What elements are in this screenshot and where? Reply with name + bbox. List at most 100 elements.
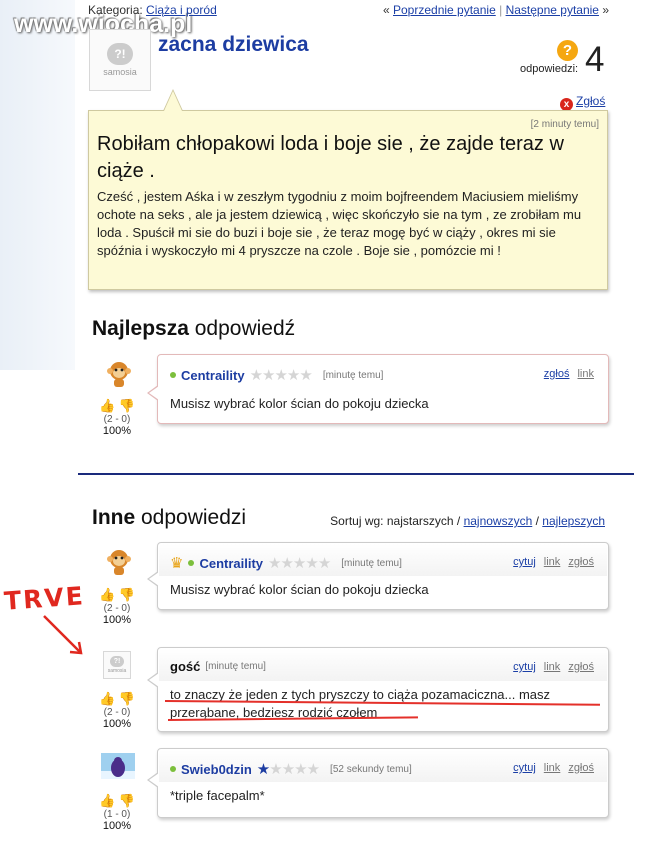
left-background-band — [0, 0, 75, 370]
online-status-icon — [188, 560, 195, 566]
samosia-logo-icon: ?! — [107, 43, 133, 65]
answer-actions: zgłoś link — [536, 368, 594, 380]
thumb-up-icon[interactable]: 👍 — [99, 398, 115, 414]
annotation-true-text: TRVE — [3, 581, 86, 616]
answer-box: Swieb0dzin ★★★★★ [52 sekundy temu] cytuj… — [157, 748, 609, 818]
question-title[interactable]: zacna dziewica — [158, 33, 309, 57]
answer-text: Musisz wybrać kolor ścian do pokoju dzie… — [170, 582, 429, 597]
answer-username[interactable]: Swieb0dzin — [181, 762, 252, 777]
report-answer-link[interactable]: zgłoś — [568, 556, 594, 568]
vote-percent: 100% — [102, 718, 132, 730]
best-answer-box: Centraility ★★★★★ [minutę temu] zgłoś lin… — [157, 354, 609, 424]
answer-username: gość — [170, 659, 201, 674]
monkey-avatar-icon[interactable] — [105, 548, 133, 576]
crown-icon: ♛ — [170, 555, 184, 572]
sort-label: Sortuj wg: najstarszych / — [330, 514, 461, 528]
answer-header: Swieb0dzin ★★★★★ [52 sekundy temu] — [170, 760, 412, 778]
sort-newest-link[interactable]: najnowszych — [464, 514, 533, 528]
answer-box: ♛ Centraility ★★★★★ [minutę temu] cytuj l… — [157, 542, 609, 610]
answer-tail-fill — [149, 773, 159, 787]
prev-arrow: « — [382, 3, 390, 17]
next-arrow: » — [602, 3, 609, 17]
answers-label: odpowiedzi: — [520, 63, 579, 75]
report-answer-link[interactable]: zgłoś — [544, 368, 570, 380]
answer-tail-fill — [149, 572, 159, 586]
answer-header: gość [minutę temu] — [170, 659, 266, 674]
answer-votes: 👍 👎 (2 - 0) 100% — [91, 691, 143, 730]
question-box: [2 minuty temu] Robiłam chłopakowi loda … — [88, 110, 608, 290]
answer-votes: 👍 👎 (2 - 0) 100% — [91, 587, 143, 626]
report-link[interactable]: Zgłoś — [576, 94, 605, 108]
report-answer-link[interactable]: zgłoś — [568, 762, 594, 774]
thumb-up-icon[interactable]: 👍 — [99, 793, 115, 809]
question-timestamp: [2 minuty temu] — [530, 119, 599, 130]
monkey-avatar-icon[interactable] — [105, 360, 133, 388]
other-answers-heading: Inne odpowiedzi — [92, 506, 246, 530]
answer-link[interactable]: link — [544, 556, 561, 568]
sort-options: Sortuj wg: najstarszych / najnowszych / … — [330, 514, 605, 528]
nav-separator: | — [499, 3, 503, 17]
vote-percent: 100% — [102, 614, 132, 626]
answer-time: [minutę temu] — [205, 661, 266, 672]
rating-stars: ★★★★★ — [268, 555, 331, 572]
answer-actions: cytuj link zgłoś — [505, 762, 594, 774]
sort-best-link[interactable]: najlepszych — [542, 514, 605, 528]
sort-separator: / — [535, 514, 539, 528]
thumb-up-icon[interactable]: 👍 — [99, 587, 115, 603]
rating-stars: ★★★★★ — [256, 760, 320, 778]
best-heading-rest: odpowiedź — [188, 317, 296, 340]
answer-header: ♛ Centraility ★★★★★ [minutę temu] — [170, 554, 402, 572]
quote-link[interactable]: cytuj — [513, 556, 536, 568]
answer-link[interactable]: link — [577, 368, 594, 380]
thumb-down-icon[interactable]: 👎 — [119, 398, 135, 414]
vote-count: (2 - 0) — [103, 707, 131, 718]
question-bubble-tail-fill — [164, 91, 182, 111]
report-question[interactable]: x Zgłoś — [560, 94, 605, 111]
samosia-logo-icon: ?! — [110, 656, 124, 667]
thumb-down-icon[interactable]: 👎 — [119, 793, 135, 809]
next-question-link[interactable]: Następne pytanie — [506, 3, 599, 17]
answer-time: [minutę temu] — [322, 369, 384, 381]
thumb-down-icon[interactable]: 👎 — [119, 691, 135, 707]
vote-percent: 100% — [102, 820, 132, 832]
answers-count: 4 — [585, 40, 605, 79]
thumb-up-icon[interactable]: 👍 — [99, 691, 115, 707]
answer-text: *triple facepalm* — [170, 788, 265, 803]
penguin-avatar-icon[interactable] — [101, 753, 135, 779]
answer-link[interactable]: link — [544, 661, 561, 673]
answer-time: [52 sekundy temu] — [330, 763, 412, 775]
category-line: Kategoria: Ciąża i poród — [88, 3, 217, 17]
category-label: Kategoria: — [88, 3, 143, 17]
vote-count: (1 - 0) — [103, 809, 131, 820]
thumb-down-icon[interactable]: 👎 — [119, 587, 135, 603]
answer-username[interactable]: Centraility — [199, 556, 263, 571]
question-mark-icon: ? — [557, 40, 578, 61]
annotation-arrow-icon — [43, 615, 83, 655]
best-heading-bold: Najlepsza — [92, 317, 189, 340]
answer-text: Musisz wybrać kolor ścian do pokoju dzie… — [170, 396, 429, 411]
best-answer-heading: Najlepsza odpowiedź — [92, 317, 295, 341]
others-heading-rest: odpowiedzi — [135, 506, 247, 529]
answer-actions: cytuj link zgłoś — [505, 661, 594, 673]
quote-link[interactable]: cytuj — [513, 762, 536, 774]
section-divider — [78, 473, 634, 475]
prev-question-link[interactable]: Poprzednie pytanie — [393, 3, 496, 17]
report-answer-link[interactable]: zgłoś — [568, 661, 594, 673]
samosia-logo-text: samosia — [103, 67, 137, 77]
answer-votes: 👍 👎 (1 - 0) 100% — [91, 793, 143, 832]
quote-link[interactable]: cytuj — [513, 661, 536, 673]
answer-time: [minutę temu] — [341, 557, 402, 569]
question-navigation: « Poprzednie pytanie | Następne pytanie … — [383, 3, 609, 17]
answer-username[interactable]: Centraility — [181, 368, 245, 383]
vote-percent: 100% — [102, 425, 132, 437]
asker-avatar[interactable]: ?! samosia — [89, 29, 151, 91]
vote-count: (2 - 0) — [103, 603, 131, 614]
online-status-icon — [170, 766, 176, 772]
category-link[interactable]: Ciąża i poród — [146, 3, 217, 17]
rating-star-filled: ★ — [256, 761, 270, 778]
answer-header: Centraility ★★★★★ [minutę temu] — [170, 366, 383, 384]
question-headline: Robiłam chłopakowi loda i boje sie , że … — [97, 133, 564, 182]
guest-avatar[interactable]: ?! samosia — [103, 651, 131, 679]
best-votes: 👍 👎 (2 - 0) 100% — [91, 398, 143, 437]
answer-link[interactable]: link — [544, 762, 561, 774]
